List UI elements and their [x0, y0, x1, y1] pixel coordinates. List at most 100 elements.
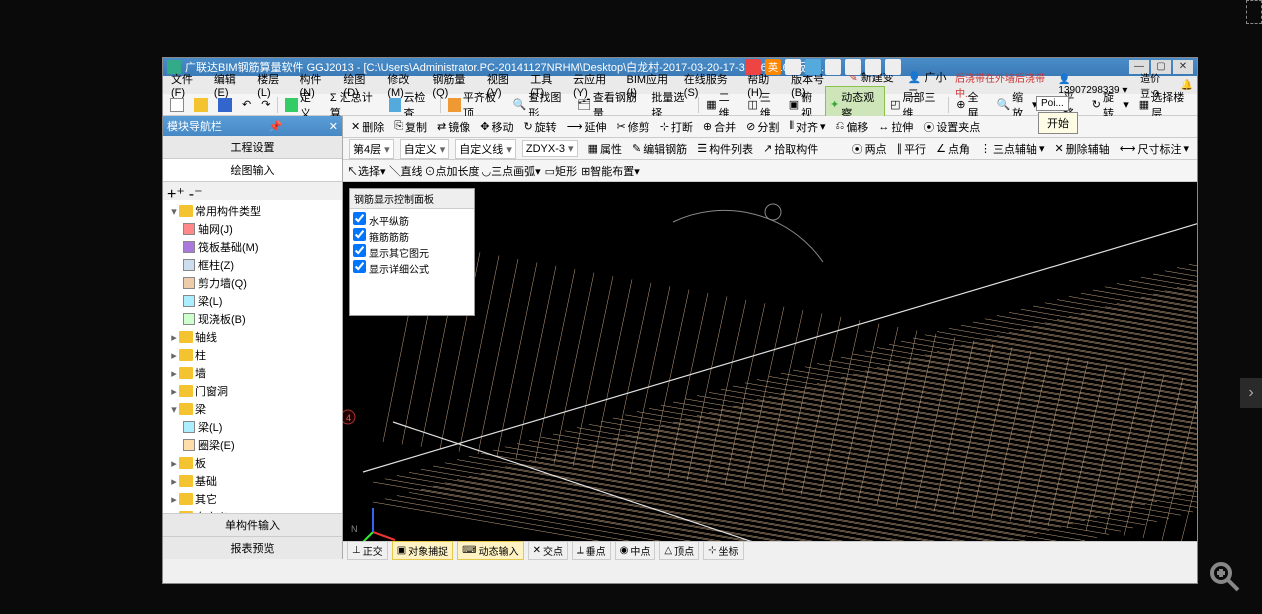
align-button[interactable]: ⫴对齐▾ [785, 117, 829, 137]
threeaux-button[interactable]: ⋮三点辅轴▾ [976, 139, 1049, 159]
sidebar-title: 模块导航栏 [167, 118, 222, 134]
tree-beamcat[interactable]: 梁 [195, 401, 206, 417]
mirror-button[interactable]: ⇄镜像 [433, 117, 474, 137]
tree-raft[interactable]: 筏板基础(M) [198, 239, 259, 255]
attr-button[interactable]: ▦属性 [584, 139, 626, 159]
ime-half-icon[interactable] [785, 59, 801, 75]
tree-axis[interactable]: 轴网(J) [198, 221, 233, 237]
side-flyout-button[interactable]: › [1240, 378, 1262, 408]
corner-widget [1246, 0, 1262, 24]
status-intersect[interactable]: ✕交点 [528, 541, 568, 560]
custom-dropdown[interactable]: 自定义 [400, 139, 450, 159]
tree-common[interactable]: 常用构件类型 [195, 203, 261, 219]
complist-button[interactable]: ☰构件列表 [693, 139, 757, 159]
draw-toolbar: ↖选择▾ ╲直线 ⊙点加长度 ◡三点画弧▾ ▭矩形 ⊞智能布置▾ [343, 160, 1197, 182]
rebar-cb-horiz[interactable]: 水平纵筋 [353, 212, 471, 228]
save-button[interactable] [213, 95, 237, 115]
sidebar-tab-single[interactable]: 单构件输入 [163, 513, 342, 536]
tree-ringbeam[interactable]: 圈梁(E) [198, 437, 235, 453]
rebar-display-panel[interactable]: 钢筋显示控制面板 水平纵筋 箍筋筋筋 显示其它图元 显示详细公式 [349, 188, 475, 316]
rebar-cb-stirrup[interactable]: 箍筋筋筋 [353, 228, 471, 244]
pointlen-button[interactable]: ⊙点加长度 [425, 163, 480, 179]
split-button[interactable]: ⊘分割 [742, 117, 783, 137]
copy-button[interactable]: ⎘复制 [390, 117, 431, 137]
open-button[interactable] [189, 95, 213, 115]
sidebar-tab-report[interactable]: 报表预览 [163, 536, 342, 559]
sidebar-close-icon[interactable]: ✕ [329, 120, 338, 133]
ime-keyboard-icon[interactable] [805, 59, 821, 75]
tree-found[interactable]: 基础 [195, 473, 217, 489]
ime-skin-icon[interactable] [865, 59, 881, 75]
tree-castslab[interactable]: 现浇板(B) [198, 311, 246, 327]
redo-button[interactable]: ↷ [256, 95, 275, 114]
ime-face-icon[interactable] [845, 59, 861, 75]
rebar-cb-formula[interactable]: 显示详细公式 [353, 260, 471, 276]
customline-dropdown[interactable]: 自定义线 [455, 139, 516, 159]
pointangle-button[interactable]: ∠点角 [932, 139, 974, 159]
code-dropdown[interactable]: ZDYX-3 [522, 140, 578, 157]
tree-wall[interactable]: 墙 [195, 365, 206, 381]
tree-toolbar: +⁺ -⁻ [163, 182, 342, 200]
ime-voice-icon[interactable] [825, 59, 841, 75]
undo-button[interactable]: ↶ [237, 95, 256, 114]
status-vertex[interactable]: △顶点 [659, 541, 699, 560]
status-dyninput[interactable]: ⌨动态输入 [457, 541, 523, 560]
tooltip: Poi... [1036, 96, 1069, 111]
tree-slab[interactable]: 板 [195, 455, 206, 471]
sidebar-tab-draw[interactable]: 绘图输入 [163, 159, 342, 182]
sidebar-tab-engineering[interactable]: 工程设置 [163, 136, 342, 159]
editrebar-button[interactable]: ✎编辑钢筋 [628, 139, 691, 159]
tree-expand-icon[interactable]: +⁺ [167, 184, 185, 198]
delete-button[interactable]: ✕删除 [347, 117, 388, 137]
tree-doorwindow[interactable]: 门窗洞 [195, 383, 228, 399]
status-objsnap[interactable]: ▣对象捕捉 [392, 541, 453, 560]
status-coord[interactable]: ⊹坐标 [703, 541, 743, 560]
smartlayout-button[interactable]: ⊞智能布置▾ [581, 163, 640, 179]
stretch-button[interactable]: ↔拉伸 [874, 117, 917, 137]
delaux-button[interactable]: ✕删除辅轴 [1050, 139, 1113, 159]
svg-text:N: N [351, 524, 358, 534]
ime-toolbar[interactable]: 英 [745, 58, 901, 76]
rect-button[interactable]: ▭矩形 [545, 163, 577, 179]
app-window: 广联达BIM钢筋算量软件 GGJ2013 - [C:\Users\Adminis… [162, 57, 1198, 584]
ime-sogou-icon[interactable] [745, 59, 761, 75]
viewport-3d[interactable]: 4 N 钢筋显示控制面板 水平纵筋 箍筋筋筋 显示其它图元 显示详细公式 [343, 182, 1197, 541]
move-button[interactable]: ✥移动 [476, 117, 517, 137]
twopoint-button[interactable]: ⦿两点 [848, 139, 891, 159]
sidebar: 模块导航栏 📌 ✕ 工程设置 绘图输入 +⁺ -⁻ ▾常用构件类型 轴网(J) … [163, 116, 343, 559]
rotate-button[interactable]: ↻旋转 [519, 117, 560, 137]
merge-button[interactable]: ⊕合并 [699, 117, 740, 137]
status-midpoint[interactable]: ⟂垂点 [572, 541, 611, 560]
tree-other[interactable]: 其它 [195, 491, 217, 507]
floor-dropdown[interactable]: 第4层 [349, 139, 394, 159]
tree-framecolumn[interactable]: 框柱(Z) [198, 257, 234, 273]
select-button[interactable]: ↖选择▾ [347, 163, 386, 179]
tree-axisline[interactable]: 轴线 [195, 329, 217, 345]
setvertex-button[interactable]: ⦿设置夹点 [919, 117, 984, 137]
offset-button[interactable]: ⎌偏移 [832, 117, 873, 137]
status-ortho[interactable]: ⊥正交 [347, 541, 388, 560]
new-button[interactable] [165, 95, 189, 115]
line-button[interactable]: ╲直线 [390, 163, 423, 179]
rebar-cb-other[interactable]: 显示其它图元 [353, 244, 471, 260]
start-tip: 开始 [1038, 112, 1078, 134]
threearc-button[interactable]: ◡三点画弧▾ [482, 163, 541, 179]
tree-shearwall[interactable]: 剪力墙(Q) [198, 275, 247, 291]
pickcomp-button[interactable]: ↗拾取构件 [759, 139, 822, 159]
tree-collapse-icon[interactable]: -⁻ [189, 184, 203, 198]
break-button[interactable]: ⊹打断 [656, 117, 697, 137]
sidebar-header: 模块导航栏 📌 ✕ [163, 116, 342, 136]
component-tree[interactable]: ▾常用构件类型 轴网(J) 筏板基础(M) 框柱(Z) 剪力墙(Q) 梁(L) … [163, 200, 342, 513]
tree-beam1[interactable]: 梁(L) [198, 293, 222, 309]
ime-lang-icon[interactable]: 英 [765, 59, 781, 75]
trim-button[interactable]: ✂修剪 [612, 117, 653, 137]
status-center[interactable]: ◉中点 [615, 541, 656, 560]
sidebar-pin-icon[interactable]: 📌 [269, 120, 283, 133]
tree-beam-l[interactable]: 梁(L) [198, 419, 222, 435]
parallel-button[interactable]: ∥平行 [893, 139, 931, 159]
tree-column[interactable]: 柱 [195, 347, 206, 363]
dimlabel-button[interactable]: ⟷尺寸标注▾ [1116, 139, 1193, 159]
ime-setting-icon[interactable] [885, 59, 901, 75]
extend-button[interactable]: ⟶延伸 [563, 117, 611, 137]
zoom-magnifier-icon[interactable] [1208, 560, 1240, 592]
